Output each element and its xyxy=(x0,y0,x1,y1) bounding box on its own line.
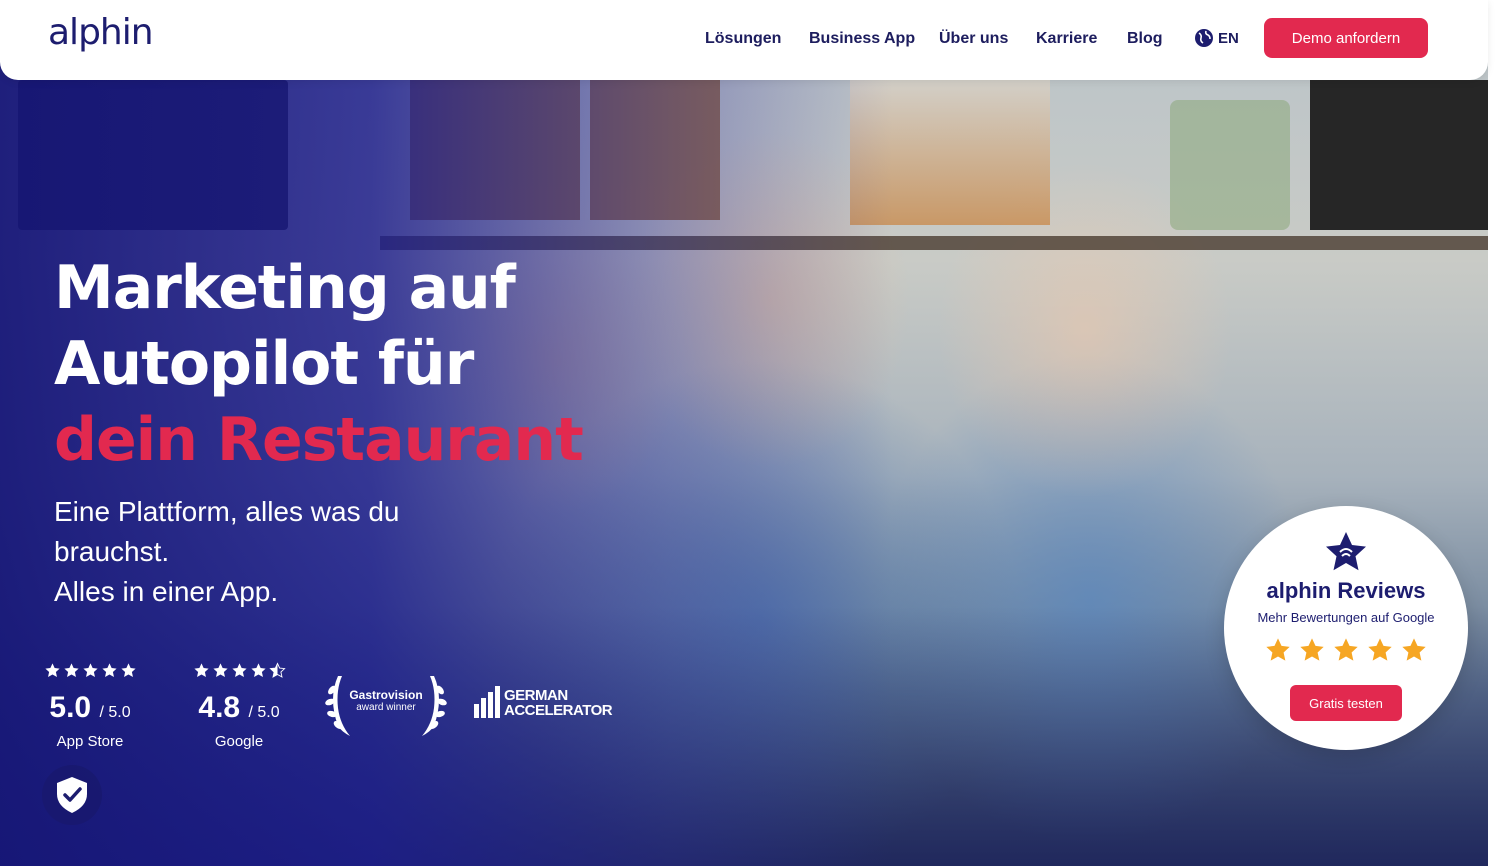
star-icon xyxy=(1334,638,1358,661)
star-icon xyxy=(1402,638,1426,661)
star-icon xyxy=(63,663,79,677)
rating-google: 4.8 / 5.0 Google xyxy=(189,662,289,750)
alphin-reviews-star-icon xyxy=(1326,532,1366,571)
reviews-badge: alphin Reviews Mehr Bewertungen auf Goog… xyxy=(1224,506,1468,750)
star-icon xyxy=(1300,638,1324,661)
rating-stars xyxy=(189,662,289,680)
reviews-stars xyxy=(1264,636,1428,664)
hero-headline: Marketing auf Autopilot für dein Restaur… xyxy=(54,250,584,478)
subtitle-line-1: Eine Plattform, alles was du brauchst. xyxy=(54,496,400,567)
rating-score: 5.0 / 5.0 xyxy=(40,692,140,729)
award-subtitle: award winner xyxy=(356,702,416,713)
score-max: / 5.0 xyxy=(248,704,280,721)
ga-line-2: ACCELERATOR xyxy=(504,702,613,719)
headline-accent: dein Restaurant xyxy=(54,405,584,475)
nav-link-ueber-uns[interactable]: Über uns xyxy=(939,30,1008,48)
nav-link-karriere[interactable]: Karriere xyxy=(1036,30,1097,48)
star-icon xyxy=(212,663,228,677)
score-value: 4.8 xyxy=(198,691,241,724)
nav-link-blog[interactable]: Blog xyxy=(1127,30,1163,48)
german-accelerator-logo: GERMAN ACCELERATOR xyxy=(474,686,613,719)
star-icon xyxy=(231,663,247,677)
headline-line-2: Autopilot für xyxy=(54,329,474,399)
star-icon xyxy=(120,663,136,677)
nav-link-business-app[interactable]: Business App xyxy=(809,30,915,48)
star-icon xyxy=(82,663,98,677)
language-switcher[interactable]: EN xyxy=(1194,28,1239,48)
star-icon xyxy=(193,663,209,677)
award-text: Gastrovision award winner xyxy=(344,688,428,713)
nav-link-loesungen[interactable]: Lösungen xyxy=(705,30,781,48)
star-half-icon xyxy=(268,662,286,678)
german-accelerator-text: GERMAN ACCELERATOR xyxy=(504,687,613,719)
rating-app-store: 5.0 / 5.0 App Store xyxy=(40,662,140,750)
gastrovision-award: Gastrovision award winner xyxy=(324,668,448,740)
logo-text: alphin xyxy=(48,12,154,53)
security-badge[interactable] xyxy=(42,765,102,825)
subtitle-line-2: Alles in einer App. xyxy=(54,576,279,607)
rating-source: App Store xyxy=(56,733,124,750)
headline-line-1: Marketing auf xyxy=(54,253,516,323)
score-max: / 5.0 xyxy=(99,704,131,721)
try-free-button[interactable]: Gratis testen xyxy=(1290,685,1402,721)
hero-subtitle: Eine Plattform, alles was du brauchst. A… xyxy=(54,492,474,612)
language-label: EN xyxy=(1218,29,1239,47)
award-title: Gastrovision xyxy=(349,688,423,702)
rating-stars xyxy=(40,662,140,680)
star-icon xyxy=(101,663,117,677)
logo[interactable]: alphin xyxy=(48,12,168,64)
shield-check-icon xyxy=(57,777,87,813)
rating-score: 4.8 / 5.0 xyxy=(189,692,289,729)
globe-icon xyxy=(1195,29,1213,47)
reviews-subtitle: Mehr Bewertungen auf Google xyxy=(1257,610,1435,625)
rating-source: Google xyxy=(214,733,264,750)
score-value: 5.0 xyxy=(49,691,92,724)
star-icon xyxy=(1266,638,1290,661)
bar-chart-icon xyxy=(474,686,500,718)
page-edge xyxy=(1488,0,1500,866)
star-icon xyxy=(44,663,60,677)
star-icon xyxy=(250,663,266,677)
demo-request-button[interactable]: Demo anfordern xyxy=(1264,18,1428,58)
navbar: alphin Lösungen Business App Über uns Ka… xyxy=(0,0,1488,80)
reviews-title: alphin Reviews xyxy=(1266,578,1426,603)
star-icon xyxy=(1368,638,1392,661)
ga-line-1: GERMAN xyxy=(504,687,568,704)
